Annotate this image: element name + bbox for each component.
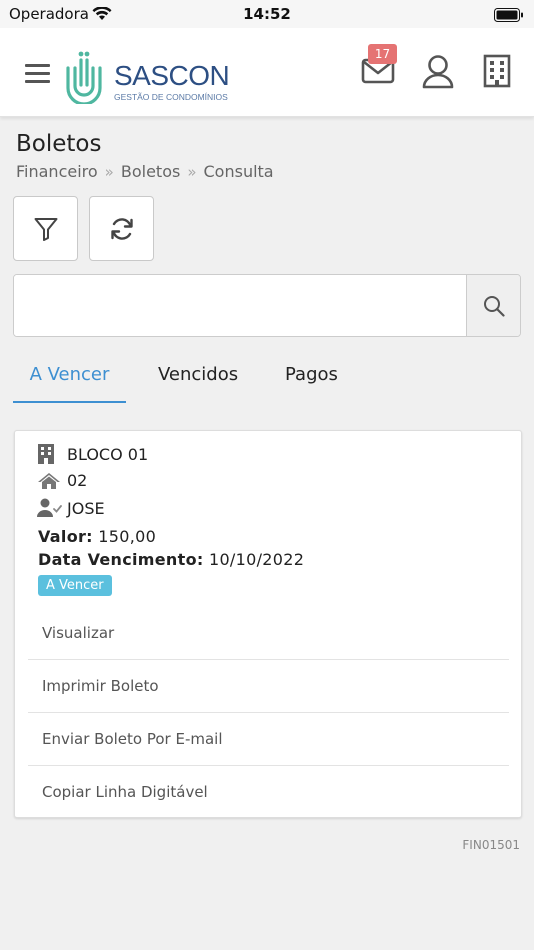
imprimir-boleto-action[interactable]: Imprimir Boleto (28, 660, 509, 713)
morador-row: JOSE (37, 498, 105, 518)
search-button[interactable] (466, 275, 520, 336)
search-icon (483, 295, 505, 317)
chevron-right-icon: » (104, 163, 114, 181)
enviar-email-action[interactable]: Enviar Boleto Por E-mail (28, 713, 509, 766)
user-icon[interactable] (421, 54, 455, 94)
tab-pagos[interactable]: Pagos (285, 364, 338, 385)
tab-a-vencer[interactable]: A Vencer (13, 364, 126, 385)
logo-tagline: GESTÃO DE CONDOMÍNIOS (114, 92, 228, 102)
chevron-right-icon: » (187, 163, 197, 181)
breadcrumb: Financeiro » Boletos » Consulta (16, 162, 274, 181)
mail-badge: 17 (368, 44, 397, 64)
breadcrumb-item-consulta: Consulta (203, 162, 274, 181)
building-icon (37, 444, 63, 464)
active-tab-indicator (13, 401, 126, 403)
unidade-label: 02 (67, 471, 88, 490)
clock-label: 14:52 (243, 5, 291, 23)
user-check-icon (37, 498, 63, 518)
logo-name: SASCON (114, 60, 230, 91)
breadcrumb-item-financeiro[interactable]: Financeiro (16, 162, 98, 181)
screen-code: FIN01501 (462, 838, 520, 852)
bloco-row: BLOCO 01 (37, 444, 148, 464)
search-bar (13, 274, 521, 337)
vencimento-value: 10/10/2022 (208, 550, 305, 569)
home-icon (37, 472, 63, 490)
page-title: Boletos (16, 131, 102, 157)
filter-icon (34, 217, 57, 241)
status-bar: Operadora 14:52 (0, 0, 534, 28)
status-badge: A Vencer (38, 575, 112, 596)
boleto-card: BLOCO 01 02 JOSE Valor: 150,00 Data Venc… (14, 430, 522, 818)
bloco-label: BLOCO 01 (67, 444, 149, 464)
tab-vencidos[interactable]: Vencidos (158, 364, 238, 385)
vencimento-row: Data Vencimento: 10/10/2022 (38, 550, 304, 569)
valor-row: Valor: 150,00 (38, 527, 156, 546)
sascon-logo: SASCON GESTÃO DE CONDOMÍNIOS (64, 50, 230, 106)
visualizar-action[interactable]: Visualizar (28, 607, 509, 660)
logo-mark-icon (66, 51, 102, 104)
vencimento-label: Data Vencimento: (38, 550, 204, 569)
valor-value: 150,00 (98, 527, 157, 546)
search-input[interactable] (14, 275, 468, 336)
morador-label: JOSE (67, 498, 105, 518)
unidade-row: 02 (37, 471, 87, 490)
valor-label: Valor: (38, 527, 93, 546)
refresh-button[interactable] (89, 196, 154, 261)
menu-icon[interactable] (25, 64, 50, 84)
battery-icon (494, 7, 524, 26)
copiar-linha-action[interactable]: Copiar Linha Digitável (28, 766, 509, 819)
breadcrumb-item-boletos[interactable]: Boletos (121, 162, 180, 181)
filter-button[interactable] (13, 196, 78, 261)
app-header: SASCON GESTÃO DE CONDOMÍNIOS 17 (0, 28, 534, 117)
refresh-icon (110, 217, 133, 240)
building-icon[interactable] (482, 54, 512, 92)
